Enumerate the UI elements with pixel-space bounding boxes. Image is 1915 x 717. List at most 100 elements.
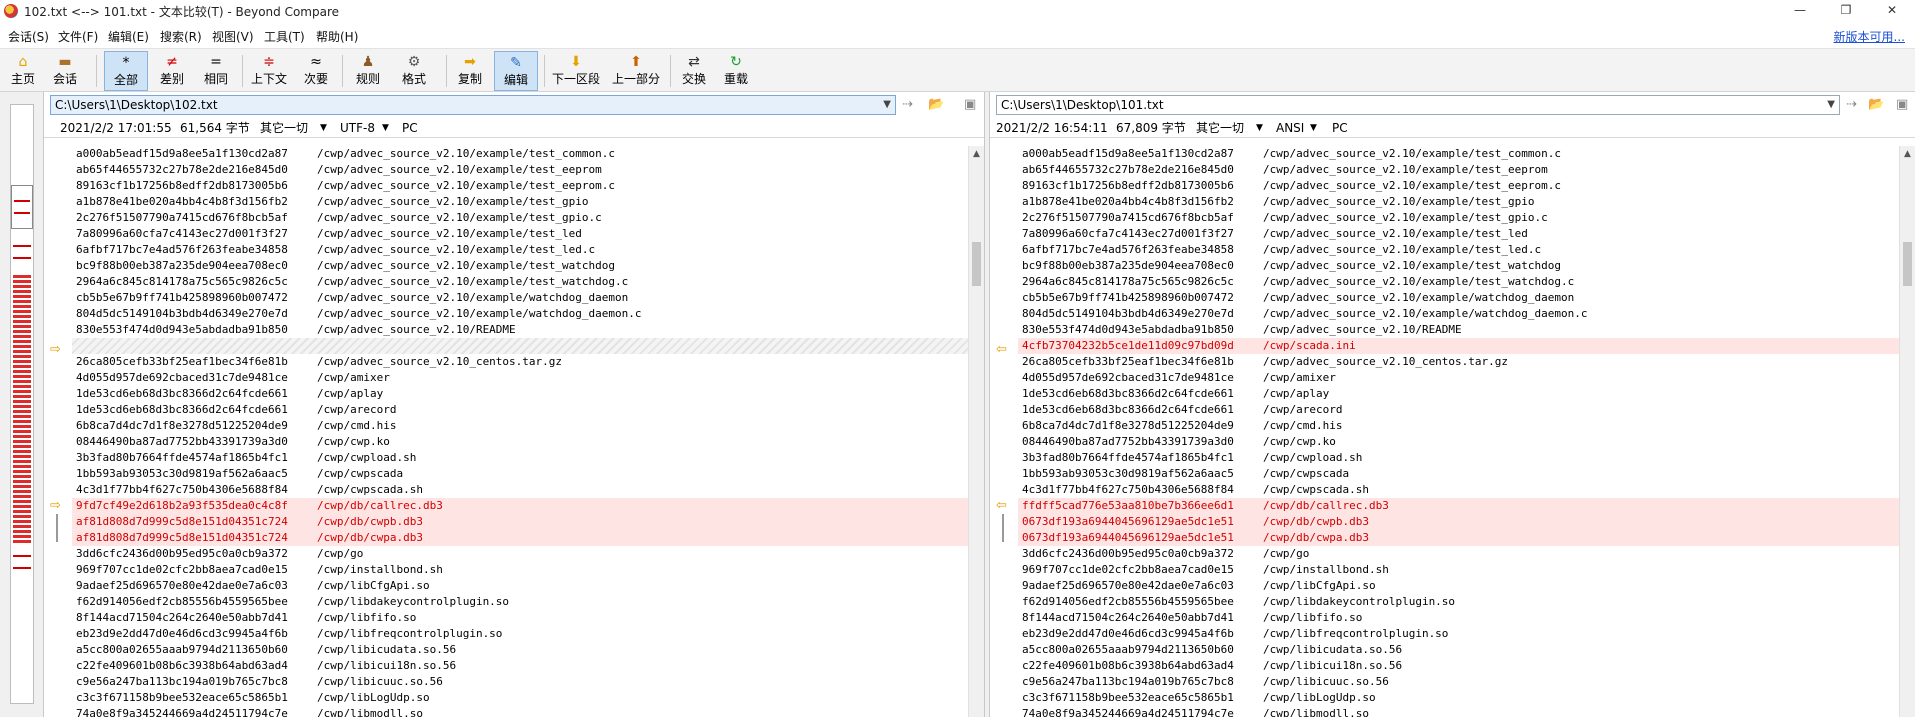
text-line[interactable]: 1bb593ab93053c30d9819af562a6aac5/cwp/cwp… (1018, 466, 1899, 482)
text-line[interactable]: 2c276f51507790a7415cd676f8bcb5af/cwp/adv… (1018, 210, 1899, 226)
text-line[interactable]: 804d5dc5149104b3bdb4d6349e270e7d/cwp/adv… (1018, 306, 1899, 322)
left-text-area[interactable]: ⇨ ⇨ a000ab5eadf15d9a8ee5a1f130cd2a87/cwp… (44, 146, 984, 717)
text-line[interactable]: 74a0e8f9a345244669a4d24511794c7e/cwp/lib… (1018, 706, 1899, 717)
text-line[interactable]: ffdff5cad776e53aa810be7b366ee6d1/cwp/db/… (1018, 498, 1899, 514)
chevron-down-icon[interactable]: ▼ (1827, 96, 1835, 114)
text-line[interactable]: 6b8ca7d4dc7d1f8e3278d51225204de9/cwp/cmd… (72, 418, 968, 434)
text-line[interactable]: c3c3f671158b9bee532eace65c5865b1/cwp/lib… (1018, 690, 1899, 706)
text-line[interactable]: 2964a6c845c814178a75c565c9826c5c/cwp/adv… (72, 274, 968, 290)
right-text-area[interactable]: ⇦ ⇦ a000ab5eadf15d9a8ee5a1f130cd2a87/cwp… (990, 146, 1915, 717)
history-arrow-icon[interactable]: ⇢ (902, 97, 913, 112)
scroll-thumb[interactable] (1903, 242, 1912, 286)
text-line[interactable]: 3b3fad80b7664ffde4574af1865b4fc1/cwp/cwp… (1018, 450, 1899, 466)
new-version-link[interactable]: 新版本可用... (1834, 28, 1905, 45)
text-line[interactable]: 8f144acd71504c264c2640e50abb7d41/cwp/lib… (1018, 610, 1899, 626)
right-vertical-scrollbar[interactable]: ▲ (1899, 146, 1915, 717)
text-line[interactable]: c22fe409601b08b6c3938b64abd63ad4/cwp/lib… (72, 658, 968, 674)
text-line[interactable]: 1de53cd6eb68d3bc8366d2c64fcde661/cwp/apl… (1018, 386, 1899, 402)
text-line[interactable]: 4d055d957de692cbaced31c7de9481ce/cwp/ami… (72, 370, 968, 386)
text-line[interactable]: 3dd6cfc2436d00b95ed95c0a0cb9a372/cwp/go (72, 546, 968, 562)
text-line[interactable]: 6b8ca7d4dc7d1f8e3278d51225204de9/cwp/cmd… (1018, 418, 1899, 434)
chevron-down-icon[interactable]: ▼ (382, 119, 389, 137)
text-line[interactable]: a000ab5eadf15d9a8ee5a1f130cd2a87/cwp/adv… (72, 146, 968, 162)
text-line[interactable]: af81d808d7d999c5d8e151d04351c724/cwp/db/… (72, 530, 968, 546)
text-line[interactable]: 7a80996a60cfa7c4143ec27d001f3f27/cwp/adv… (72, 226, 968, 242)
copy-button[interactable]: ➡ 复制 (452, 51, 488, 91)
text-line[interactable]: 0673df193a6944045696129ae5dc1e51/cwp/db/… (1018, 514, 1899, 530)
text-line[interactable]: 74a0e8f9a345244669a4d24511794c7e/cwp/lib… (72, 706, 968, 717)
minimize-button[interactable]: — (1777, 0, 1823, 22)
menu-edit[interactable]: 编辑(E) (108, 28, 149, 45)
text-line[interactable]: 1bb593ab93053c30d9819af562a6aac5/cwp/cwp… (72, 466, 968, 482)
text-line[interactable]: a000ab5eadf15d9a8ee5a1f130cd2a87/cwp/adv… (1018, 146, 1899, 162)
text-line[interactable]: 969f707cc1de02cfc2bb8aea7cad0e15/cwp/ins… (1018, 562, 1899, 578)
text-line[interactable]: 4d055d957de692cbaced31c7de9481ce/cwp/ami… (1018, 370, 1899, 386)
right-path-input[interactable]: C:\Users\1\Desktop\101.txt ▼ (996, 95, 1840, 115)
text-line[interactable]: 0673df193a6944045696129ae5dc1e51/cwp/db/… (1018, 530, 1899, 546)
text-line[interactable]: 26ca805cefb33bf25eaf1bec34f6e81b/cwp/adv… (72, 354, 968, 370)
text-line[interactable]: a5cc800a02655aaab9794d2113650b60/cwp/lib… (1018, 642, 1899, 658)
text-line[interactable]: 9adaef25d696570e80e42dae0e7a6c03/cwp/lib… (1018, 578, 1899, 594)
copy-left-arrow-icon[interactable]: ⇦ (996, 498, 1007, 513)
chevron-down-icon[interactable]: ▼ (1310, 119, 1317, 137)
scroll-up-icon[interactable]: ▲ (969, 146, 984, 162)
scroll-thumb[interactable] (972, 242, 981, 286)
text-line[interactable]: 1de53cd6eb68d3bc8366d2c64fcde661/cwp/apl… (72, 386, 968, 402)
copy-right-arrow-icon[interactable]: ⇨ (50, 498, 61, 513)
menu-view[interactable]: 视图(V) (212, 28, 254, 45)
text-line[interactable]: 1de53cd6eb68d3bc8366d2c64fcde661/cwp/are… (72, 402, 968, 418)
text-line[interactable]: 2c276f51507790a7415cd676f8bcb5af/cwp/adv… (72, 210, 968, 226)
text-line[interactable]: 2964a6c845c814178a75c565c9826c5c/cwp/adv… (1018, 274, 1899, 290)
history-arrow-icon[interactable]: ⇢ (1846, 97, 1857, 112)
folder-open-icon[interactable]: 📂 (1868, 97, 1884, 112)
encoding-dropdown[interactable]: UTF-8 (340, 119, 375, 137)
text-line[interactable]: 9adaef25d696570e80e42dae0e7a6c03/cwp/lib… (72, 578, 968, 594)
format-button[interactable]: ⚙ 格式 (392, 51, 436, 91)
close-button[interactable]: ✕ (1869, 0, 1915, 22)
text-line[interactable]: ab65f44655732c27b78e2de216e845d0/cwp/adv… (72, 162, 968, 178)
text-line[interactable]: bc9f88b00eb387a235de904eea708ec0/cwp/adv… (72, 258, 968, 274)
text-line[interactable]: 7a80996a60cfa7c4143ec27d001f3f27/cwp/adv… (1018, 226, 1899, 242)
reload-button[interactable]: ↻ 重载 (718, 51, 754, 91)
text-line[interactable]: 4c3d1f77bb4f627c750b4306e5688f84/cwp/cwp… (72, 482, 968, 498)
menu-file[interactable]: 文件(F) (58, 28, 98, 45)
chevron-down-icon[interactable]: ▼ (320, 119, 327, 137)
overview-viewport[interactable] (11, 185, 33, 229)
menu-help[interactable]: 帮助(H) (316, 28, 358, 45)
text-line[interactable]: 830e553f474d0d943e5abdadba91b850/cwp/adv… (1018, 322, 1899, 338)
line-ending[interactable]: PC (1332, 119, 1348, 137)
diff-overview-strip[interactable] (0, 92, 44, 717)
text-line[interactable]: 26ca805cefb33bf25eaf1bec34f6e81b/cwp/adv… (1018, 354, 1899, 370)
copy-left-arrow-icon[interactable]: ⇦ (996, 342, 1007, 357)
show-all-button[interactable]: * 全部 (104, 51, 148, 91)
text-line[interactable]: a5cc800a02655aaab9794d2113650b60/cwp/lib… (72, 642, 968, 658)
text-line[interactable]: c9e56a247ba113bc194a019b765c7bc8/cwp/lib… (1018, 674, 1899, 690)
text-line[interactable]: 4c3d1f77bb4f627c750b4306e5688f84/cwp/cwp… (1018, 482, 1899, 498)
home-button[interactable]: ⌂ 主页 (6, 51, 40, 91)
restore-button[interactable]: ❐ (1823, 0, 1869, 22)
menu-session[interactable]: 会话(S) (8, 28, 49, 45)
swap-button[interactable]: ⇄ 交换 (676, 51, 712, 91)
scroll-up-icon[interactable]: ▲ (1900, 146, 1915, 162)
menu-search[interactable]: 搜索(R) (160, 28, 202, 45)
copy-right-arrow-icon[interactable]: ⇨ (50, 342, 61, 357)
filter-dropdown[interactable]: 其它一切 (1196, 119, 1244, 137)
text-line[interactable]: f62d914056edf2cb85556b4559565bee/cwp/lib… (1018, 594, 1899, 610)
next-section-button[interactable]: ⬇ 下一区段 (550, 51, 602, 91)
text-line[interactable]: af81d808d7d999c5d8e151d04351c724/cwp/db/… (72, 514, 968, 530)
save-icon[interactable]: ▣ (964, 97, 976, 112)
folder-open-icon[interactable]: 📂 (928, 97, 944, 112)
chevron-down-icon[interactable]: ▼ (1256, 119, 1263, 137)
context-button[interactable]: ≑ 上下文 (248, 51, 290, 91)
text-line[interactable]: f62d914056edf2cb85556b4559565bee/cwp/lib… (72, 594, 968, 610)
text-line[interactable]: 08446490ba87ad7752bb43391739a3d0/cwp/cwp… (1018, 434, 1899, 450)
left-path-input[interactable]: C:\Users\1\Desktop\102.txt ▼ (50, 95, 896, 115)
menu-tools[interactable]: 工具(T) (264, 28, 305, 45)
text-line[interactable]: 804d5dc5149104b3bdb4d6349e270e7d/cwp/adv… (72, 306, 968, 322)
text-line[interactable]: 6afbf717bc7e4ad576f263feabe34858/cwp/adv… (1018, 242, 1899, 258)
session-button[interactable]: ▬ 会话 (46, 51, 84, 91)
text-line[interactable]: 4cfb73704232b5ce1de11d09c97bd09d/cwp/sca… (1018, 338, 1899, 354)
text-line[interactable]: 9fd7cf49e2d618b2a93f535dea0c4c8f/cwp/db/… (72, 498, 968, 514)
text-line[interactable]: 3b3fad80b7664ffde4574af1865b4fc1/cwp/cwp… (72, 450, 968, 466)
encoding-dropdown[interactable]: ANSI (1276, 119, 1304, 137)
